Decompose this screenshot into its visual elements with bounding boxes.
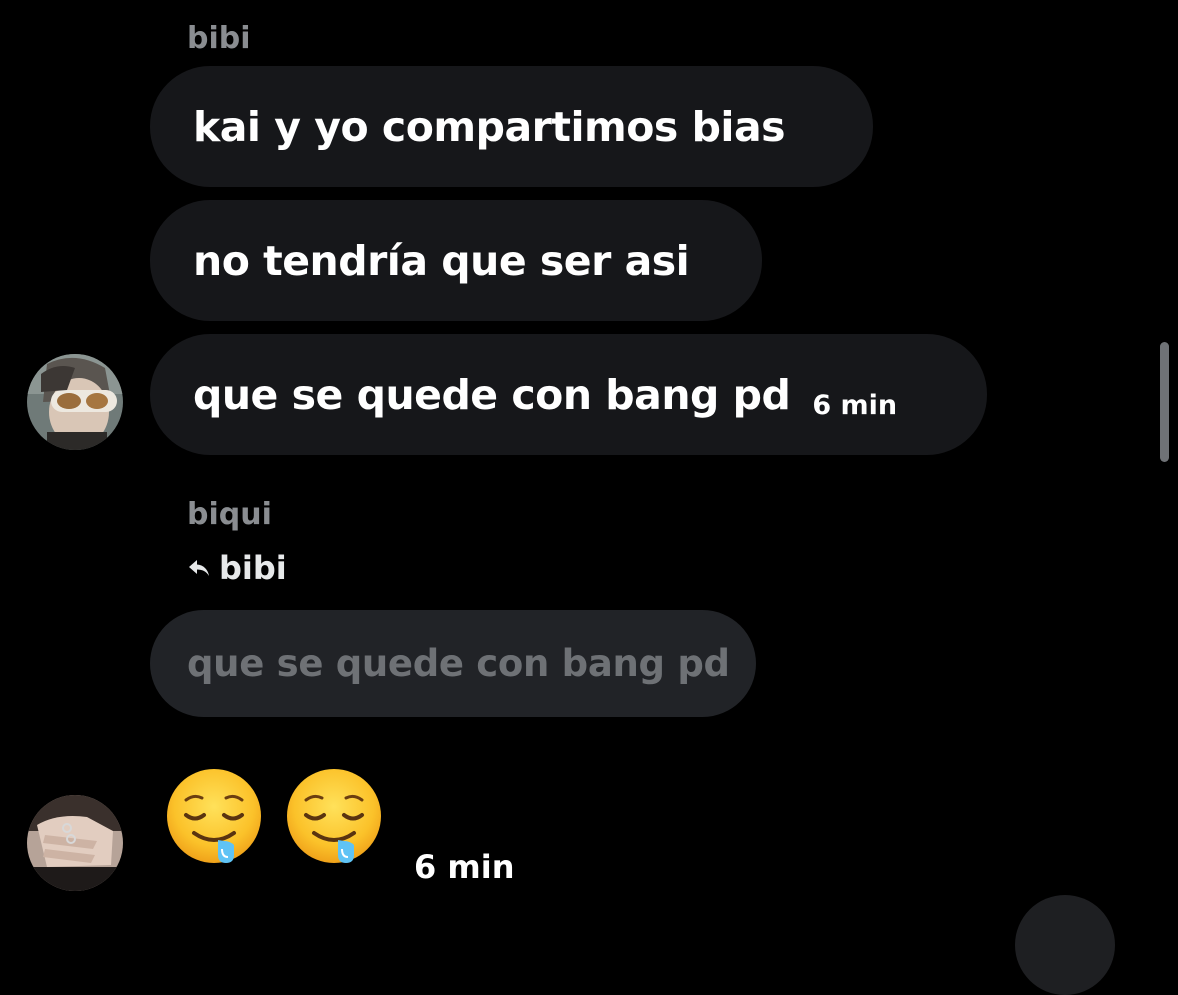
sender-name: biqui: [187, 497, 272, 532]
message-bubble[interactable]: no tendría que ser asi: [150, 200, 762, 321]
quoted-message[interactable]: que se quede con bang pd: [150, 610, 756, 717]
message-text: kai y yo compartimos bias: [193, 102, 786, 151]
drooling-face-emoji: [164, 767, 264, 867]
avatar[interactable]: [27, 354, 123, 450]
quoted-message-text: que se quede con bang pd: [187, 642, 730, 685]
reply-indicator: bibi: [187, 552, 287, 584]
message-bubble[interactable]: que se quede con bang pd 6 min: [150, 334, 987, 455]
scroll-down-button[interactable]: [1015, 895, 1115, 995]
message-timestamp: 6 min: [414, 848, 515, 886]
scrollbar[interactable]: [1160, 342, 1169, 462]
message-timestamp: 6 min: [812, 390, 898, 421]
reply-to-name: bibi: [219, 549, 287, 587]
message-text: no tendría que ser asi: [193, 236, 690, 285]
sender-name: bibi: [187, 21, 251, 56]
avatar[interactable]: [27, 795, 123, 891]
message-bubble[interactable]: kai y yo compartimos bias: [150, 66, 873, 187]
message-text: que se quede con bang pd: [193, 370, 791, 419]
reply-arrow-icon: [189, 560, 209, 576]
drooling-face-emoji: [284, 767, 384, 867]
